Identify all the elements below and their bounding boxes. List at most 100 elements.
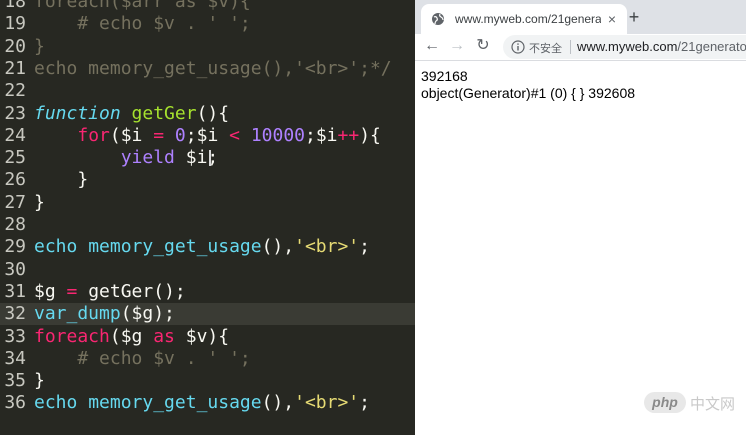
code-token: foreach	[34, 325, 110, 347]
code-token: ;	[359, 392, 370, 414]
line-number: 22	[4, 80, 26, 102]
code-line[interactable]: 32 var_dump($g);	[0, 303, 415, 326]
text-cursor-icon	[209, 150, 215, 166]
code-token: foreach($arr as $v){	[34, 0, 251, 12]
new-tab-button[interactable]: +	[623, 6, 645, 28]
code-text: # echo $v . ' ';	[34, 347, 251, 370]
code-text: echo memory_get_usage(),'<br>';*/	[34, 58, 392, 80]
globe-icon	[432, 13, 444, 25]
code-token: }	[34, 191, 45, 213]
code-editor[interactable]: 18 foreach($arr as $v){ 19 # echo $v . ' '…	[0, 0, 415, 435]
code-token: ++	[337, 124, 360, 146]
code-token: }	[34, 169, 89, 191]
line-number: 21	[4, 57, 26, 79]
code-text: # echo $v . ' ';	[34, 13, 251, 35]
tab-strip: www.myweb.com/21generator × +	[415, 0, 746, 34]
code-token: # echo $v . ' ';	[34, 347, 251, 369]
code-token: 0	[174, 124, 186, 146]
line-number: 20	[4, 35, 26, 57]
code-token: ){	[359, 124, 381, 146]
info-icon[interactable]	[511, 40, 525, 54]
code-token: echo memory_get_usage(),'<br>';*/	[34, 57, 392, 79]
code-token: memory_get_usage	[88, 392, 262, 414]
code-text: echo memory_get_usage(),'<br>';	[34, 392, 370, 414]
line-number: 23	[4, 102, 26, 124]
url-path: /21generator	[677, 39, 746, 54]
code-token: ;$i	[185, 124, 230, 146]
code-token: ($i	[109, 124, 154, 146]
code-text: }	[34, 169, 88, 191]
code-token: <	[229, 124, 240, 146]
code-text: }	[34, 192, 45, 214]
line-number: 26	[4, 169, 26, 191]
reload-button[interactable]: ↻	[472, 35, 494, 57]
code-token: '<br>'	[294, 236, 360, 258]
line-number: 34	[4, 347, 26, 369]
line-number: 35	[4, 370, 26, 392]
code-text: echo memory_get_usage(),'<br>'; #	[34, 236, 415, 258]
line-number: 28	[4, 214, 26, 235]
output-line-2: object(Generator)#1 (0) { } 392608	[421, 85, 636, 101]
output-line-1: 392168	[421, 68, 468, 84]
code-token: var_dump	[34, 303, 121, 325]
address-bar[interactable]: 不安全 www.myweb.com/21generator	[503, 35, 746, 59]
code-text: }	[34, 370, 45, 392]
page-content: 392168 object(Generator)#1 (0) { } 39260…	[415, 61, 746, 435]
code-token: ($g);	[120, 303, 175, 325]
code-token: }	[34, 370, 45, 392]
code-token: yield	[120, 147, 175, 169]
php-logo: php	[644, 392, 686, 413]
divider	[570, 40, 571, 54]
line-number: 18	[4, 0, 26, 12]
code-token: $g	[34, 280, 67, 302]
line-number: 31	[4, 280, 26, 302]
code-token: =	[153, 124, 165, 146]
code-token: function	[34, 102, 121, 124]
code-token: }	[34, 35, 45, 57]
code-token: # echo $v . ' ';	[34, 13, 251, 35]
code-text: var_dump($g);	[34, 303, 175, 325]
code-token: =	[66, 280, 78, 302]
line-number: 36	[4, 392, 26, 414]
code-token: memory_get_usage	[88, 236, 262, 258]
watermark-text: 中文网	[690, 395, 736, 413]
code-token: ;	[359, 236, 370, 258]
line-number: 33	[4, 325, 26, 347]
code-text: foreach($arr as $v){	[34, 0, 251, 13]
browser-tab[interactable]: www.myweb.com/21generator ×	[421, 4, 627, 34]
line-number: 29	[4, 236, 26, 258]
code-token: $v){	[174, 325, 230, 347]
code-token: 10000	[250, 124, 305, 146]
code-text: yield $i;	[34, 147, 219, 169]
code-token: '<br>'	[294, 392, 360, 414]
line-number: 27	[4, 191, 26, 213]
code-token: echo	[34, 236, 78, 258]
security-label[interactable]: 不安全	[529, 40, 562, 56]
code-text: }	[34, 36, 45, 58]
url-text[interactable]: www.myweb.com/21generator	[577, 39, 746, 54]
code-token: (),	[261, 236, 295, 258]
close-tab-icon[interactable]: ×	[603, 10, 621, 28]
line-number: 24	[4, 124, 26, 146]
url-host: www.myweb.com	[577, 39, 678, 54]
code-token: ($g	[109, 325, 154, 347]
line-number: 19	[4, 13, 26, 35]
code-token: echo	[34, 392, 78, 414]
php-logo-text: php	[652, 394, 678, 410]
line-number: 32	[4, 303, 26, 325]
back-button[interactable]: ←	[421, 35, 443, 57]
forward-button[interactable]: →	[446, 35, 468, 57]
line-number: 30	[4, 258, 26, 280]
code-text: function getGer(){	[34, 103, 229, 125]
code-token: getGer();	[77, 280, 186, 302]
tab-title: www.myweb.com/21generator	[455, 12, 601, 26]
code-token: (),	[261, 392, 295, 414]
code-token: (){	[196, 102, 230, 124]
code-token: getGer	[131, 102, 197, 124]
browser-window: www.myweb.com/21generator × + ← → ↻ 不安全 …	[415, 0, 746, 435]
